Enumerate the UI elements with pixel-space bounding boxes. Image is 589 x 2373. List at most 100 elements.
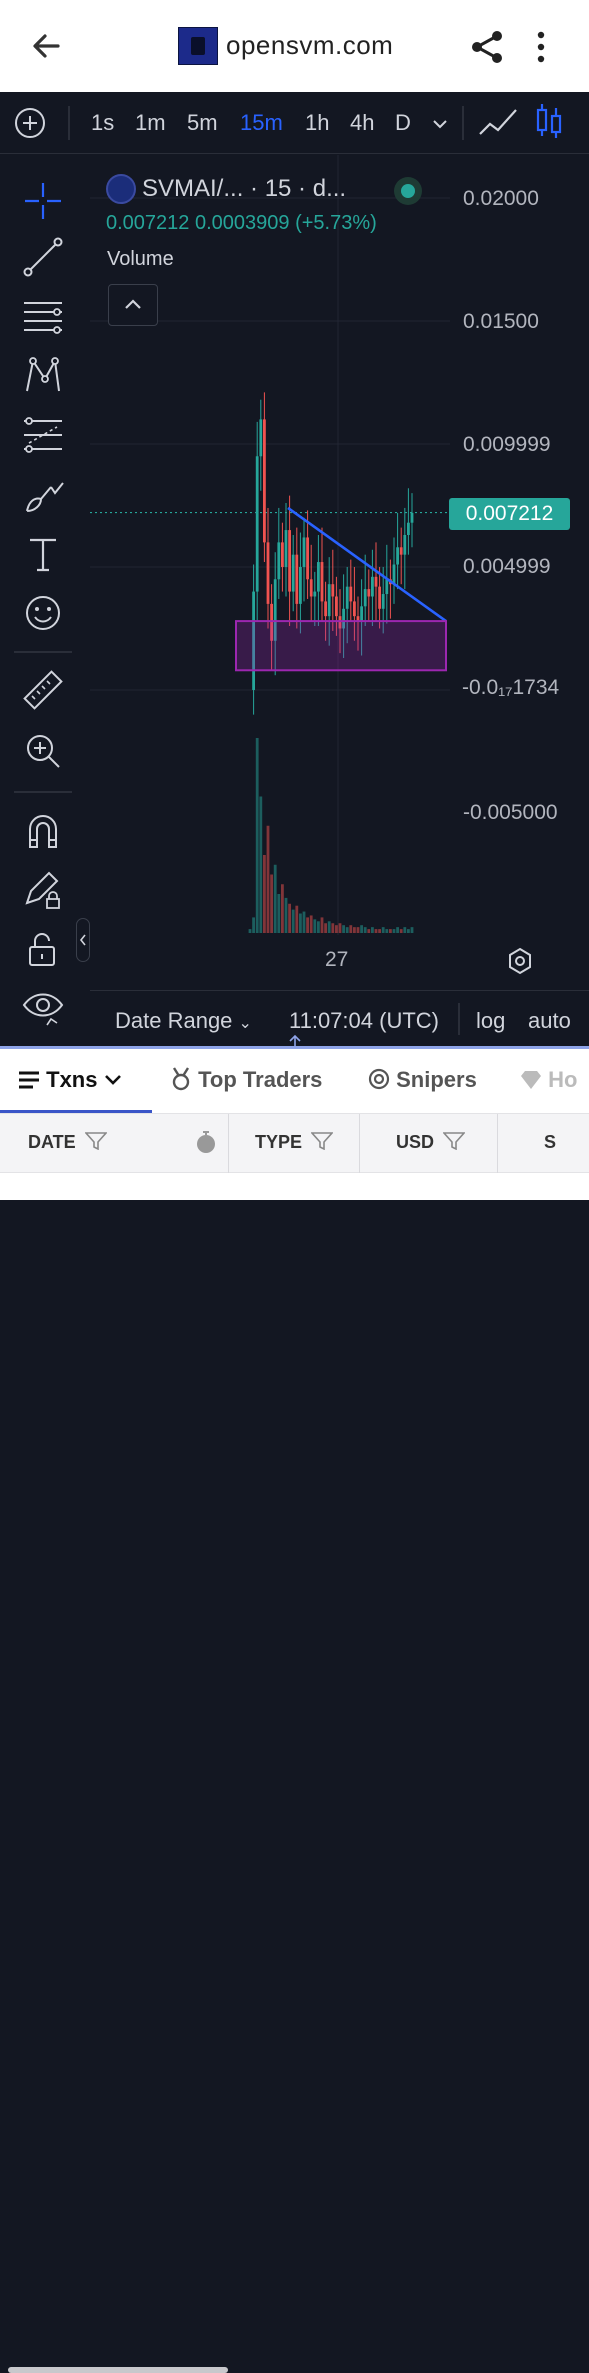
share-icon[interactable] — [468, 28, 506, 66]
auto-scale-toggle[interactable]: auto — [528, 1008, 571, 1034]
ruler-icon — [23, 670, 63, 710]
forecast-tool[interactable] — [21, 413, 65, 457]
date-range-dropdown[interactable]: Date Range ⌄ — [115, 1008, 252, 1034]
volume-bar — [255, 738, 259, 933]
tf-4h[interactable]: 4h — [350, 110, 374, 136]
candle-body — [259, 419, 263, 457]
legend-collapse-button[interactable] — [108, 284, 158, 326]
candle-body — [299, 566, 302, 604]
volume-bar — [331, 923, 335, 933]
emoji-tool[interactable] — [21, 591, 65, 635]
timeframe-bar: 1s 1m 5m 15m 1h 4h D — [0, 92, 589, 154]
candles-icon[interactable] — [534, 102, 564, 142]
candle-body — [392, 564, 396, 585]
horizontal-lines-icon — [24, 302, 62, 334]
filter-icon[interactable] — [442, 1132, 466, 1151]
volume-bar — [299, 913, 302, 933]
candle-body — [327, 584, 331, 617]
filter-icon[interactable] — [83, 1132, 108, 1151]
magnet-tool[interactable] — [21, 809, 65, 853]
chevron-left-icon — [79, 934, 86, 946]
candle-body — [381, 594, 385, 609]
volume-bar — [374, 929, 378, 933]
pattern-icon — [26, 357, 60, 392]
candle-body — [335, 596, 338, 617]
bar-separator — [458, 1003, 460, 1035]
col-usd[interactable]: USD — [396, 1132, 466, 1153]
utc-clock[interactable]: 11:07:04 (UTC) — [289, 1008, 439, 1034]
lock-drawings-tool[interactable] — [21, 867, 65, 911]
list-icon — [19, 1071, 39, 1089]
volume-bar — [403, 927, 407, 933]
browser-topbar: opensvm.com — [0, 0, 589, 92]
add-indicator-icon[interactable] — [14, 107, 46, 139]
volume-bar — [266, 825, 270, 933]
price-axis-label: 0.004999 — [463, 555, 551, 578]
volume-bar — [353, 927, 356, 933]
candle-body — [309, 579, 313, 597]
tf-1h[interactable]: 1h — [305, 110, 329, 136]
stopwatch-icon[interactable] — [195, 1130, 217, 1154]
volume-bar — [407, 929, 410, 933]
chart-bottom-bar: Date Range ⌄ 11:07:04 (UTC) log auto — [90, 990, 589, 1046]
price-axis-label: -0.0₁₇1734 — [462, 676, 560, 699]
brush-tool[interactable] — [21, 473, 65, 517]
col-date[interactable]: DATE — [28, 1132, 108, 1153]
site-url[interactable]: opensvm.com — [226, 30, 393, 61]
tf-1s[interactable]: 1s — [91, 110, 114, 136]
volume-bar — [378, 929, 381, 933]
tab-holders[interactable]: Ho — [520, 1067, 577, 1093]
more-vert-icon[interactable] — [532, 30, 550, 64]
volume-bar — [327, 921, 331, 933]
tf-15m[interactable]: 15m — [240, 110, 283, 136]
toolbar-collapse-button[interactable] — [76, 918, 90, 962]
tab-txns[interactable]: Txns — [18, 1067, 122, 1093]
back-arrow-icon[interactable] — [28, 28, 64, 64]
price-axis-label: 0.01500 — [463, 310, 539, 333]
tab-top-traders[interactable]: Top Traders — [170, 1067, 322, 1093]
tf-1m[interactable]: 1m — [135, 110, 166, 136]
pattern-tool[interactable] — [21, 353, 65, 397]
volume-bar — [335, 925, 338, 933]
volume-bar — [263, 855, 266, 933]
toolbar-separator — [462, 106, 464, 140]
volume-bar — [381, 927, 385, 933]
col-s[interactable]: S — [544, 1132, 556, 1153]
drawing-toolbar — [0, 155, 86, 1045]
line-chart-icon[interactable] — [478, 106, 518, 140]
volume-bar — [356, 927, 360, 933]
candle-body — [360, 606, 363, 622]
volume-bar — [360, 925, 363, 933]
volume-bar — [291, 909, 295, 933]
log-scale-toggle[interactable]: log — [476, 1008, 505, 1034]
settings-icon[interactable] — [505, 946, 535, 976]
visibility-tool[interactable] — [21, 985, 65, 1029]
volume-bar — [385, 929, 389, 933]
tf-5m[interactable]: 5m — [187, 110, 218, 136]
tf-d[interactable]: D — [395, 110, 411, 136]
crosshair-tool[interactable] — [21, 179, 65, 223]
medal-icon — [172, 1067, 190, 1091]
legend-symbol[interactable]: SVMAI/... · 15 · d... — [142, 175, 346, 203]
volume-bar — [252, 917, 255, 933]
volume-bar — [270, 874, 273, 933]
text-tool[interactable] — [21, 533, 65, 577]
candle-body — [295, 554, 299, 604]
filter-icon[interactable] — [310, 1132, 334, 1151]
horizontal-scrollbar[interactable] — [8, 2367, 228, 2373]
zoom-tool[interactable] — [21, 729, 65, 773]
volume-label[interactable]: Volume — [107, 248, 174, 271]
volume-bar — [273, 864, 277, 933]
fib-tool[interactable] — [21, 295, 65, 339]
col-type[interactable]: TYPE — [255, 1132, 334, 1153]
zoom-in-icon — [27, 735, 60, 768]
volume-bars — [248, 738, 414, 933]
tab-snipers[interactable]: Snipers — [368, 1067, 477, 1093]
ruler-tool[interactable] — [21, 669, 65, 713]
trendline-tool[interactable] — [21, 235, 65, 279]
volume-bar — [345, 927, 349, 933]
lock-tool[interactable] — [21, 927, 65, 971]
eye-icon — [22, 993, 64, 1026]
chevron-down-icon[interactable] — [430, 114, 450, 134]
trendline-drawing — [287, 506, 447, 623]
